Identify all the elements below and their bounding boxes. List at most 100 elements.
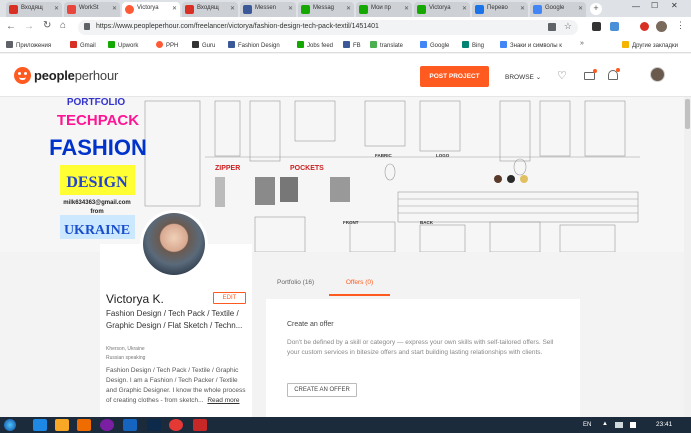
translate-page-icon[interactable] (548, 23, 556, 31)
close-tab-icon[interactable]: ✕ (346, 5, 351, 12)
bookmark-jobs-feed[interactable]: Jobs feed (297, 41, 333, 49)
close-tab-icon[interactable]: ✕ (520, 5, 525, 12)
media-player-icon[interactable] (77, 419, 91, 431)
bookmark-fashion-design[interactable]: Fashion Design (228, 41, 280, 49)
maximize-window-button[interactable]: ☐ (651, 1, 658, 10)
facebook-icon (343, 41, 350, 48)
bookmarks-overflow-icon[interactable]: » (580, 40, 584, 47)
cover-text-portfolio: PORTFOLIO (67, 97, 126, 108)
scrollbar-thumb[interactable] (685, 99, 690, 129)
extension-icon[interactable] (610, 22, 619, 31)
home-icon[interactable]: ⌂ (60, 20, 66, 31)
pph-favicon-icon (125, 5, 134, 14)
close-tab-icon[interactable]: ✕ (462, 5, 467, 12)
forward-icon[interactable]: → (24, 21, 34, 32)
edit-profile-button[interactable]: EDIT (213, 292, 246, 304)
close-window-button[interactable]: ✕ (671, 1, 678, 10)
close-tab-icon[interactable]: ✕ (288, 5, 293, 12)
reload-icon[interactable]: ↻ (43, 20, 51, 31)
back-icon[interactable]: ← (6, 21, 16, 32)
bookmark-gmail[interactable]: Gmail (70, 41, 96, 49)
word-icon[interactable] (123, 419, 137, 431)
bookmark-guru[interactable]: Guru (192, 41, 215, 49)
minimize-window-button[interactable]: — (632, 2, 640, 11)
bookmark-bing[interactable]: Bing (462, 41, 484, 49)
notification-dot (616, 68, 620, 72)
close-tab-icon[interactable]: ✕ (404, 5, 409, 12)
windows-start-icon[interactable] (4, 419, 16, 431)
bookmark-fb[interactable]: FB (343, 41, 361, 49)
browser-tab[interactable]: Входящ ✕ (182, 2, 238, 17)
notification-dot (593, 69, 597, 73)
chrome-icon[interactable] (169, 419, 183, 431)
chevron-down-icon: ⌄ (535, 74, 542, 81)
upwork-icon (359, 5, 368, 14)
profile-avatar-icon[interactable] (656, 21, 667, 32)
page-scrollbar[interactable] (684, 97, 691, 417)
acrobat-icon[interactable] (193, 419, 207, 431)
bookmark-upwork[interactable]: Upwork (108, 41, 138, 49)
profile-photo (140, 210, 208, 278)
folder-icon[interactable] (55, 419, 69, 431)
browser-tab[interactable]: Перево ✕ (472, 2, 528, 17)
network-icon[interactable] (615, 422, 623, 428)
ie-icon[interactable] (33, 419, 47, 431)
google-icon (500, 41, 507, 48)
extension-icon[interactable] (640, 22, 649, 31)
browser-menu-icon[interactable]: ⋮ (676, 20, 685, 31)
cover-text-from: from (90, 209, 103, 215)
close-tab-icon[interactable]: ✕ (54, 5, 59, 12)
user-avatar[interactable] (650, 67, 665, 82)
facebook-icon (243, 5, 252, 14)
read-more-link[interactable]: Read more (207, 397, 239, 404)
browse-menu[interactable]: BROWSE ⌄ (505, 73, 541, 81)
extension-icon[interactable] (592, 22, 601, 31)
clock[interactable]: 23:41 (656, 421, 672, 428)
close-tab-icon[interactable]: ✕ (112, 5, 117, 12)
bookmark-translate[interactable]: translate (370, 41, 403, 49)
browser-tab[interactable]: WorkSt ✕ (64, 2, 120, 17)
heart-icon[interactable]: ♡ (557, 69, 567, 82)
browser-tab-active[interactable]: Victorya ✕ (122, 2, 180, 17)
tray-up-arrow-icon[interactable]: ▲ (602, 421, 608, 427)
browser-tab[interactable]: Messen ✕ (240, 2, 296, 17)
browser-tab[interactable]: Мои пр ✕ (356, 2, 412, 17)
close-tab-icon[interactable]: ✕ (230, 5, 235, 12)
create-offer-button[interactable]: CREATE AN OFFER (287, 383, 357, 397)
browser-tab[interactable]: Victorya ✕ (414, 2, 470, 17)
post-project-button[interactable]: POST PROJECT (420, 66, 489, 87)
profile-bio: Fashion Design / Tech Pack / Textile / G… (106, 367, 246, 404)
url-bar[interactable]: https://www.peopleperhour.com/freelancer… (78, 20, 578, 35)
photoshop-icon[interactable] (147, 419, 161, 431)
tab-offers[interactable]: Offers (0) (329, 279, 390, 296)
apps-grid-icon (6, 41, 13, 48)
site-header: peopleperhour POST PROJECT BROWSE ⌄ ♡ (0, 54, 691, 97)
browser-toolbar: ← → ↻ ⌂ https://www.peopleperhour.com/fr… (0, 17, 691, 38)
close-tab-icon[interactable]: ✕ (172, 5, 177, 12)
profile-headline: Fashion Design / Tech Pack / Textile / G… (106, 309, 243, 330)
lock-icon (84, 23, 90, 30)
bookmark-apps[interactable]: Приложения (6, 41, 51, 49)
browser-tab[interactable]: Messag ✕ (298, 2, 354, 17)
tech-pack-collage: PORTFOLIO TECHPACK FASHION DESIGN milk63… (0, 97, 684, 252)
google-icon (533, 5, 542, 14)
bookmark-star-icon[interactable]: ☆ (564, 21, 572, 32)
browser-tab[interactable]: Входящ ✕ (6, 2, 62, 17)
viber-icon[interactable] (100, 419, 114, 431)
bookmark-google[interactable]: Google (420, 41, 449, 49)
bookmarks-bar: Приложения Gmail Upwork PPH Guru Fashion… (0, 38, 691, 53)
gmail-icon (185, 5, 194, 14)
new-tab-button[interactable]: + (590, 3, 602, 15)
bookmark-other[interactable]: Другие закладки (622, 41, 678, 49)
offers-description: Don't be defined by a skill or category … (287, 339, 554, 356)
mail-icon[interactable] (584, 72, 595, 80)
bookmark-symbols[interactable]: Знаки и символы к (500, 41, 574, 49)
close-tab-icon[interactable]: ✕ (578, 5, 583, 12)
browser-tab[interactable]: Google ✕ (530, 2, 586, 17)
profile-language: Russian speaking (106, 355, 146, 361)
bookmark-pph[interactable]: PPH (156, 41, 178, 49)
translate-icon (370, 41, 377, 48)
flag-icon[interactable] (630, 422, 636, 428)
language-indicator[interactable]: EN (583, 422, 591, 428)
tab-portfolio[interactable]: Portfolio (16) (277, 279, 314, 286)
